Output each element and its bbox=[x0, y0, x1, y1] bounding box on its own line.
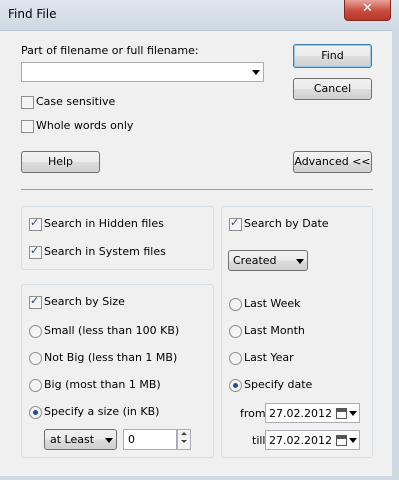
chevron-down-icon[interactable] bbox=[349, 438, 357, 443]
size-specify-label: Specify a size (in KB) bbox=[44, 405, 160, 418]
calendar-icon[interactable] bbox=[336, 408, 347, 419]
size-value-input[interactable]: 0 bbox=[123, 429, 177, 450]
chevron-down-icon bbox=[296, 259, 304, 264]
spin-up-icon[interactable] bbox=[178, 430, 190, 438]
date-till-picker[interactable]: 27.02.2012 bbox=[265, 430, 360, 450]
date-specify-label: Specify date bbox=[244, 378, 313, 391]
size-small-label: Small (less than 100 KB) bbox=[44, 324, 180, 337]
search-by-size-checkbox[interactable] bbox=[29, 294, 42, 309]
cancel-button[interactable]: Cancel bbox=[293, 78, 372, 100]
date-till-label: till bbox=[252, 434, 266, 447]
case-sensitive-label: Case sensitive bbox=[36, 95, 116, 108]
filename-combobox[interactable] bbox=[21, 62, 264, 82]
date-last-year-radio[interactable] bbox=[229, 352, 242, 365]
size-big-label: Big (most than 1 MB) bbox=[44, 378, 161, 391]
spin-down-icon[interactable] bbox=[178, 438, 190, 446]
date-type-value: Created bbox=[233, 254, 277, 267]
size-not-big-radio[interactable] bbox=[29, 352, 42, 365]
search-by-date-label: Search by Date bbox=[244, 217, 329, 230]
date-last-week-radio[interactable] bbox=[229, 298, 242, 311]
date-from-value: 27.02.2012 bbox=[269, 407, 332, 420]
chevron-down-icon[interactable] bbox=[349, 411, 357, 416]
size-comparison-select[interactable]: at Least bbox=[44, 429, 117, 450]
chevron-down-icon[interactable] bbox=[252, 70, 260, 75]
size-value: 0 bbox=[128, 433, 135, 446]
size-small-radio[interactable] bbox=[29, 325, 42, 338]
whole-words-checkbox[interactable] bbox=[21, 120, 34, 133]
search-by-date-checkbox[interactable] bbox=[229, 216, 242, 231]
date-till-value: 27.02.2012 bbox=[269, 434, 332, 447]
search-by-size-label: Search by Size bbox=[44, 295, 125, 308]
chevron-down-icon bbox=[105, 438, 113, 443]
filename-label: Part of filename or full filename: bbox=[21, 44, 199, 57]
size-not-big-label: Not Big (less than 1 MB) bbox=[44, 351, 178, 364]
hidden-files-checkbox[interactable] bbox=[29, 216, 42, 231]
advanced-button[interactable]: Advanced << bbox=[293, 151, 372, 173]
date-from-label: from bbox=[240, 407, 266, 420]
close-icon: ✕ bbox=[362, 1, 373, 16]
size-comparison-value: at Least bbox=[50, 433, 95, 446]
date-type-select[interactable]: Created bbox=[228, 250, 308, 271]
system-files-label: Search in System files bbox=[44, 245, 166, 258]
case-sensitive-checkbox[interactable] bbox=[21, 96, 34, 109]
title-bar bbox=[0, 0, 399, 31]
date-last-month-label: Last Month bbox=[244, 324, 305, 337]
system-files-checkbox[interactable] bbox=[29, 244, 42, 259]
hidden-files-label: Search in Hidden files bbox=[44, 217, 164, 230]
date-last-year-label: Last Year bbox=[244, 351, 294, 364]
calendar-icon[interactable] bbox=[336, 435, 347, 446]
date-specify-radio[interactable] bbox=[229, 379, 242, 392]
size-spinner[interactable] bbox=[177, 429, 191, 450]
attributes-group bbox=[21, 206, 214, 270]
window-title: Find File bbox=[8, 7, 57, 21]
size-big-radio[interactable] bbox=[29, 379, 42, 392]
close-button[interactable]: ✕ bbox=[344, 0, 391, 21]
window-right-border bbox=[392, 30, 399, 480]
separator bbox=[21, 189, 373, 190]
size-specify-radio[interactable] bbox=[29, 406, 42, 419]
date-last-week-label: Last Week bbox=[244, 297, 301, 310]
find-button[interactable]: Find bbox=[293, 44, 372, 68]
date-last-month-radio[interactable] bbox=[229, 325, 242, 338]
window-bottom-border bbox=[0, 476, 399, 480]
help-button[interactable]: Help bbox=[21, 151, 100, 173]
date-from-picker[interactable]: 27.02.2012 bbox=[265, 403, 360, 423]
whole-words-label: Whole words only bbox=[36, 119, 134, 132]
